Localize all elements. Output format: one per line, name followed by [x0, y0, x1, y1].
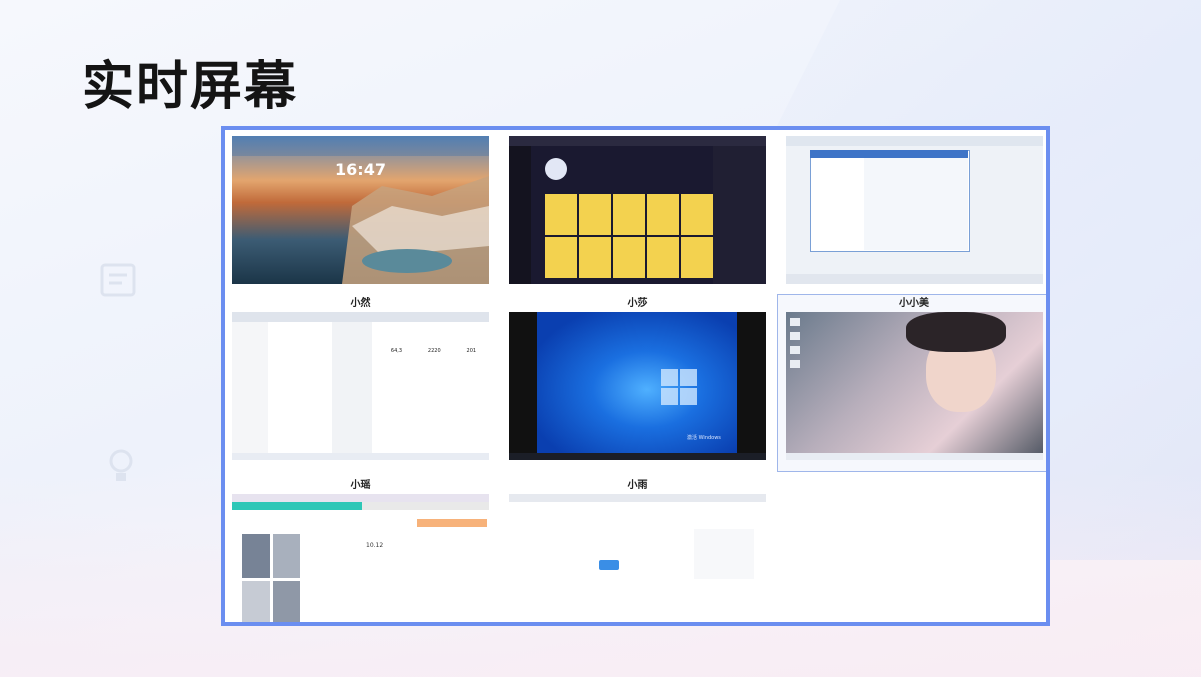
screen-user-name: 小然	[350, 298, 371, 309]
screen-tile-1[interactable]: 16:47	[232, 136, 489, 284]
screen-tile-2[interactable]	[509, 136, 766, 284]
form-page-thumbnail	[509, 494, 766, 622]
screen-user-name: 小瑶	[350, 480, 371, 491]
screen-tile-5[interactable]: 小莎 激活 Windows	[509, 298, 766, 460]
screen-user-name: 小小美	[899, 298, 929, 309]
spreadsheet-thumbnail: 10.12	[232, 494, 489, 622]
photo-desktop-thumbnail	[786, 312, 1043, 460]
screen-tile-4[interactable]: 小然 64,3 2220 201	[232, 298, 489, 460]
lock-clock: 16:47	[335, 160, 386, 179]
windows-logo-icon	[661, 369, 697, 405]
activation-watermark: 激活 Windows	[687, 435, 721, 441]
lightbulb-icon	[108, 448, 134, 492]
stat-value-2: 2220	[427, 348, 441, 354]
stat-value-3: 201	[466, 348, 477, 354]
screen-user-name: 小雨	[627, 480, 648, 491]
screen-tile-8[interactable]: 小雨	[509, 480, 766, 622]
big-number: 10.12	[366, 542, 384, 549]
explorer-thumbnail	[786, 136, 1043, 284]
browser-thumbnail: 64,3 2220 201	[232, 312, 489, 460]
screen-tile-6[interactable]: 小小美	[777, 294, 1046, 472]
screen-tile-7[interactable]: 小瑶 10.12	[232, 480, 489, 622]
screen-tile-3[interactable]	[786, 136, 1043, 284]
screen-user-name: 小莎	[627, 298, 648, 309]
stat-value-1: 64,3	[390, 348, 403, 354]
page-title: 实时屏幕	[82, 57, 299, 117]
lockscreen-thumbnail: 16:47	[232, 136, 489, 284]
dark-app-thumbnail	[509, 136, 766, 284]
screen-grid: 16:47 小然 64,3 2220 201 小莎 激活 Windows 小小美…	[221, 126, 1050, 626]
document-icon	[100, 262, 136, 306]
windows-desktop-thumbnail: 激活 Windows	[509, 312, 766, 460]
